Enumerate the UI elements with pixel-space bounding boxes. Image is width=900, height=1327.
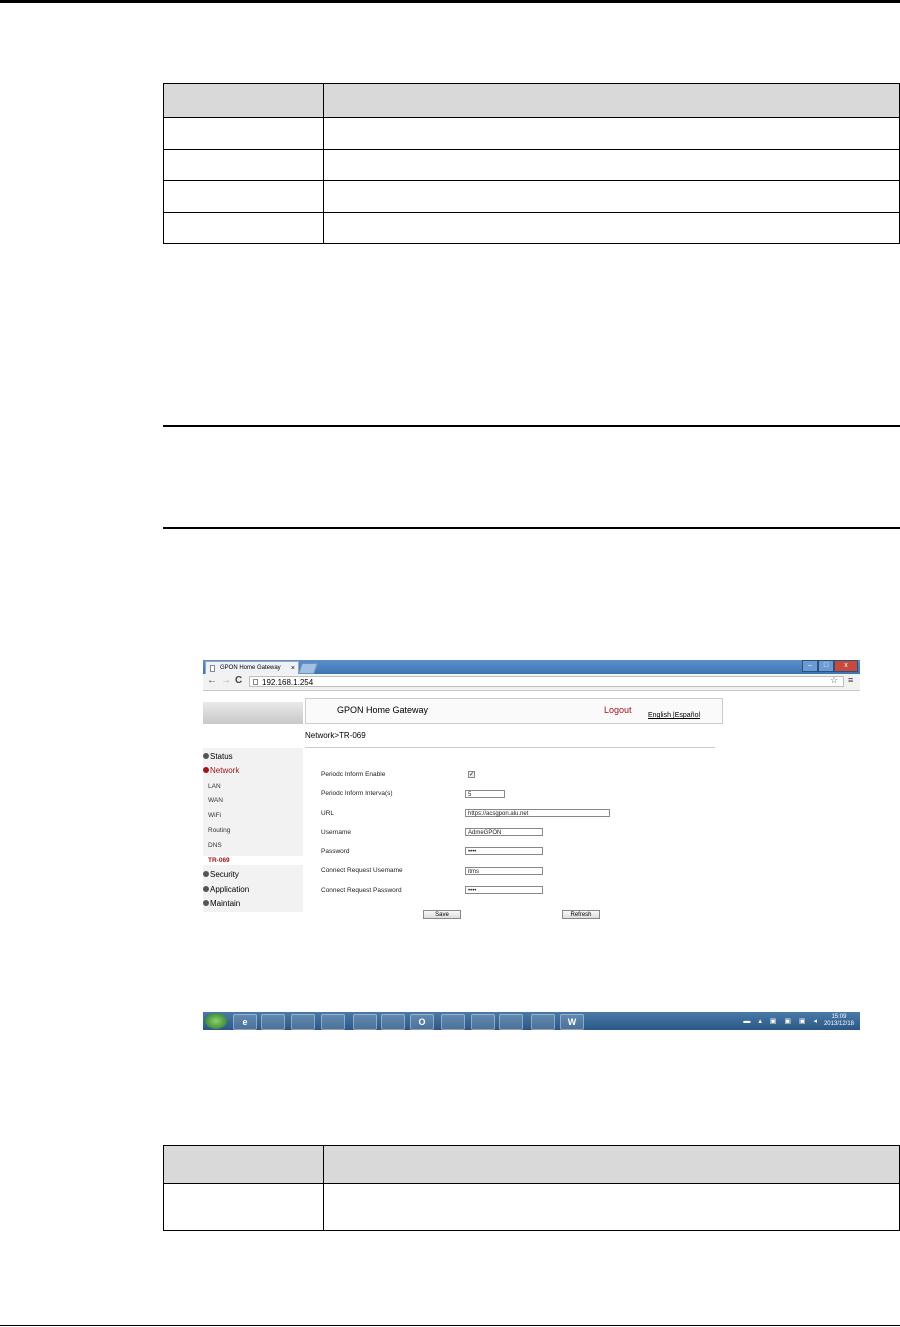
browser-tab[interactable]: GPON Home Gateway × bbox=[205, 661, 299, 674]
sidebar-item-maintain[interactable]: Maintain bbox=[203, 899, 240, 908]
url-input[interactable]: 192.168.1.254 bbox=[249, 676, 844, 687]
sidebar-item-wan[interactable]: WAN bbox=[208, 797, 223, 804]
chart-app-icon[interactable] bbox=[441, 1014, 465, 1030]
cr-username-input[interactable]: itms bbox=[465, 867, 543, 875]
url-label: URL bbox=[321, 810, 335, 817]
sidebar-item-wifi[interactable]: WiFi bbox=[208, 812, 221, 819]
table-row bbox=[163, 1183, 900, 1231]
table-row bbox=[163, 117, 900, 150]
save-button[interactable]: Save bbox=[423, 910, 461, 919]
periodic-enable-checkbox[interactable]: ✓ bbox=[468, 771, 475, 778]
sidebar-item-application[interactable]: Application bbox=[203, 885, 249, 894]
note-top-rule bbox=[163, 425, 900, 427]
address-bar: ← → C 192.168.1.254 ☆ ≡ bbox=[203, 674, 860, 691]
table-row bbox=[163, 180, 900, 213]
sidebar-item-routing[interactable]: Routing bbox=[208, 827, 230, 834]
password-input[interactable]: •••• bbox=[465, 847, 543, 855]
logout-link[interactable]: Logout bbox=[604, 705, 632, 715]
browser-screenshot: GPON Home Gateway × – □ x ← → C 192.168.… bbox=[203, 660, 860, 1030]
gateway-header: GPON Home Gateway Logout English |Españo… bbox=[305, 698, 723, 724]
firefox-icon[interactable] bbox=[291, 1014, 315, 1030]
cr-password-input[interactable]: •••• bbox=[465, 886, 543, 894]
periodic-interval-input[interactable]: 5 bbox=[465, 790, 505, 798]
brand-title: GPON Home Gateway bbox=[337, 705, 429, 715]
note-bottom-rule bbox=[163, 527, 900, 529]
notes-icon[interactable] bbox=[381, 1014, 405, 1030]
bookmark-star-icon[interactable]: ☆ bbox=[830, 675, 838, 686]
browser-titlebar: GPON Home Gateway × – □ x bbox=[203, 660, 860, 674]
windows-taskbar: e O W ▬ ▴ ▣ ▣ ▣ ◂ 15:09 2013/12/18 bbox=[203, 1012, 860, 1030]
acs-url-input[interactable]: https://acsgpon.alu.net bbox=[465, 809, 610, 817]
taskbar-clock[interactable]: 15:09 2013/12/18 bbox=[824, 1014, 854, 1028]
sidebar-item-network[interactable]: Network bbox=[203, 766, 239, 775]
menu-icon[interactable]: ≡ bbox=[848, 675, 853, 685]
back-icon[interactable]: ← bbox=[207, 675, 217, 686]
minimize-icon[interactable]: – bbox=[802, 660, 818, 672]
expand-icon bbox=[203, 885, 209, 892]
table-row bbox=[163, 149, 900, 181]
breadcrumb-divider bbox=[305, 747, 715, 748]
password-label: Password bbox=[321, 848, 350, 855]
start-button[interactable] bbox=[205, 1013, 227, 1029]
bottom-page-rule bbox=[0, 1325, 900, 1326]
close-icon[interactable]: x bbox=[834, 660, 858, 672]
breadcrumb: Network>TR-069 bbox=[305, 731, 366, 740]
system-tray[interactable]: ▬ ▴ ▣ ▣ ▣ ◂ bbox=[743, 1017, 820, 1025]
tab-title: GPON Home Gateway bbox=[220, 665, 281, 671]
window-controls: – □ x bbox=[802, 660, 858, 672]
word-icon[interactable]: W bbox=[560, 1014, 584, 1030]
expand-icon bbox=[203, 899, 209, 906]
chrome-icon[interactable] bbox=[353, 1014, 377, 1030]
sync-icon[interactable] bbox=[499, 1014, 523, 1030]
reload-icon[interactable]: C bbox=[235, 675, 242, 686]
sidebar-item-status[interactable]: Status bbox=[203, 752, 233, 761]
cr-username-label: Connect Request Usemame bbox=[321, 867, 403, 874]
table-header-row bbox=[163, 83, 900, 118]
user-app-icon[interactable] bbox=[471, 1014, 495, 1030]
new-tab-button[interactable] bbox=[297, 663, 319, 674]
parameter-table-2 bbox=[163, 1145, 900, 1231]
username-input[interactable]: AdmeGPON bbox=[465, 828, 543, 836]
maximize-icon[interactable]: □ bbox=[818, 660, 834, 672]
forward-icon[interactable]: → bbox=[221, 675, 231, 686]
cr-password-label: Connect Request Password bbox=[321, 887, 402, 894]
folder-icon[interactable] bbox=[261, 1014, 285, 1030]
periodic-enable-label: Periodc Inform Enable bbox=[321, 771, 386, 778]
uc-browser-icon[interactable] bbox=[531, 1014, 555, 1030]
left-header-bar bbox=[203, 702, 303, 724]
page-icon bbox=[210, 665, 215, 672]
sidebar-item-security[interactable]: Security bbox=[203, 870, 239, 879]
outlook-icon[interactable]: O bbox=[410, 1014, 434, 1030]
sidebar-item-tr069[interactable]: TR-069 bbox=[208, 857, 230, 864]
periodic-interval-label: Periodc Inform Interva(s) bbox=[321, 790, 393, 797]
parameter-table-1 bbox=[163, 83, 900, 244]
language-links[interactable]: English |Español bbox=[648, 712, 700, 719]
expand-icon bbox=[203, 870, 209, 877]
app-icon[interactable] bbox=[321, 1014, 345, 1030]
page-icon bbox=[253, 679, 258, 685]
sidebar-item-lan[interactable]: LAN bbox=[208, 783, 221, 790]
expand-icon bbox=[203, 766, 209, 773]
expand-icon bbox=[203, 752, 209, 759]
sidebar-item-dns[interactable]: DNS bbox=[208, 842, 222, 849]
table-header-row bbox=[163, 1145, 900, 1184]
table-row bbox=[163, 212, 900, 244]
ie-icon[interactable]: e bbox=[233, 1014, 257, 1030]
top-page-rule bbox=[0, 0, 900, 3]
username-label: Username bbox=[321, 829, 351, 836]
refresh-button[interactable]: Refresh bbox=[562, 910, 600, 919]
